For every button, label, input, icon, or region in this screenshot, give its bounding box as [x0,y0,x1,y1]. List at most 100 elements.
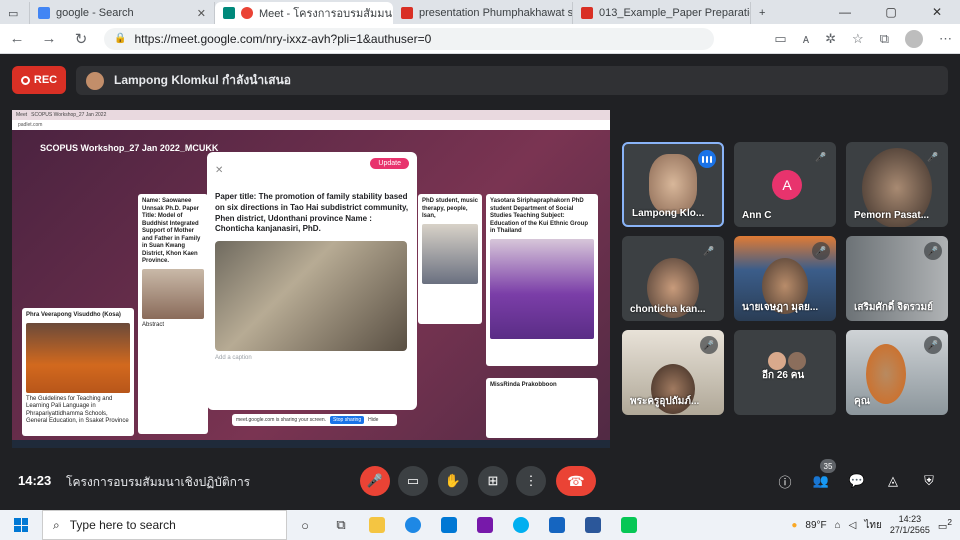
participant-tile[interactable]: 🎤 chonticha kan... [622,236,724,321]
address-toolbar: ← → ↻ 🔒 https://meet.google.com/nry-ixxz… [0,24,960,54]
participant-video [866,344,906,404]
mic-off-icon: 🎤 [924,148,942,166]
maximize-icon[interactable]: ▢ [868,5,914,19]
update-button[interactable]: Update [370,158,409,169]
close-modal-icon[interactable]: ✕ [215,165,223,176]
weather-icon: ● [791,519,798,531]
padlet-card[interactable]: MissRinda Prakobboon [486,378,598,438]
participant-tile[interactable]: Lampong Klo... [622,142,724,227]
edge-icon[interactable] [395,510,431,540]
participant-tile[interactable]: 🎤 นายเจษฎา มุลย... [734,236,836,321]
participant-tile[interactable]: 🎤 พระครูอุปถัมภ์... [622,330,724,415]
favorites-icon[interactable]: ☆ [852,31,864,47]
padlet-card[interactable]: Phra Veerapong Visuddho (Kosa) The Guide… [22,308,134,436]
raise-hand-button[interactable]: ✋ [438,466,468,496]
camera-icon[interactable]: ▭ [774,31,786,47]
participant-tile[interactable]: 🎤 Pemorn Pasat... [846,142,948,227]
translate-icon[interactable]: ᴀ [803,31,809,46]
back-arrow-icon[interactable]: ← [8,30,26,47]
rec-indicator[interactable]: REC [12,66,66,94]
plus-icon: + [759,7,766,19]
camera-icon: ▭ [406,473,420,488]
word-icon[interactable] [575,510,611,540]
padlet-card[interactable]: Yasotara Siriphapraphakorn PhD student D… [486,194,598,366]
participant-tile[interactable]: 🎤 เสริมศักดิ์ จิตรวมย์ [846,236,948,321]
present-button[interactable]: ⊞ [478,466,508,496]
menu-dots-icon[interactable]: ⋯ [939,31,952,47]
toolbar-actions: ▭ ᴀ ✲ ☆ ⧉ ⋯ [774,29,952,48]
participant-tile[interactable]: อีก 26 คน [734,330,836,415]
new-tab-button[interactable]: + [751,2,777,24]
participant-count-badge: 35 [820,459,836,473]
monk-photo [26,322,130,393]
camera-toggle-button[interactable]: ▭ [398,466,428,496]
present-icon: ⊞ [487,473,499,488]
mic-off-icon: 🎤 [924,336,942,354]
phone-hangup-icon: ☎ [567,472,585,489]
people-button[interactable]: 👥 [812,472,830,490]
hide-button[interactable]: Hide [368,417,378,423]
screen-share-bar: meet.google.com is sharing your screen. … [232,414,397,426]
more-options-button[interactable]: ⋮ [516,466,546,496]
onenote-icon[interactable] [467,510,503,540]
collections-icon[interactable]: ⧉ [880,31,889,47]
window-controls: — ▢ ✕ [822,0,960,24]
taskbar-search[interactable]: ⌕ Type here to search [42,510,287,540]
meeting-time: 14:23 [18,473,52,488]
tab-example-paper[interactable]: 013_Example_Paper Preparation ✕ [573,2,751,24]
forward-arrow-icon[interactable]: → [40,30,58,47]
post-text[interactable]: Paper title: The promotion of family sta… [215,192,409,235]
shared-address: padlet.com [12,120,610,130]
windows-logo-icon [14,518,28,532]
host-controls-button[interactable]: ⛨ [920,472,938,490]
system-tray: ● 89°F ⌂ ◁ ไทย 14:23 27/1/2565 ▭2 [791,514,952,536]
presenter-bar: Lampong Klomkul กำลังนำเสนอ [76,66,948,95]
participant-tile[interactable]: A 🎤 Ann C [734,142,836,227]
tab-google-search[interactable]: google - Search ✕ [30,2,215,24]
presenter-avatar [86,71,104,90]
taskbar-clock[interactable]: 14:23 27/1/2565 [890,514,930,536]
mail-icon[interactable] [431,510,467,540]
participant-video [649,154,697,214]
url-bar[interactable]: 🔒 https://meet.google.com/nry-ixxz-avh?p… [104,27,714,50]
speaker-photo [142,268,204,319]
mic-toggle-button[interactable]: 🎤 [360,466,390,496]
file-explorer-icon[interactable] [359,510,395,540]
stop-sharing-button[interactable]: Stop sharing [330,416,365,424]
task-view-icon[interactable]: ⧉ [323,510,359,540]
close-tab-icon[interactable]: ✕ [197,7,206,20]
shared-browser-tabs: Meet SCOPUS Workshop_27 Jan 2022 [12,110,610,120]
mic-off-icon: 🎤 [812,148,830,166]
close-window-icon[interactable]: ✕ [914,5,960,19]
reload-icon[interactable]: ↻ [72,30,90,48]
notification-icon[interactable]: ▭2 [938,517,952,532]
tab-presentation[interactable]: presentation Phumphakhawat s ✕ [393,2,573,24]
post-editor-modal: ✕ Update Paper title: The promotion of f… [207,152,417,410]
recording-icon [241,7,253,19]
tab-list-icon: ▭ [8,7,19,20]
start-button[interactable] [0,518,42,532]
photos-icon[interactable] [539,510,575,540]
padlet-card[interactable]: PhD student, music therapy, people, Isan… [418,194,482,324]
leave-call-button[interactable]: ☎ [556,466,596,496]
skype-icon[interactable] [503,510,539,540]
rec-dot-icon [20,75,30,85]
participant-tile[interactable]: 🎤 คุณ [846,330,948,415]
network-icon[interactable]: ⌂ [835,520,841,531]
people-icon: 👥 [812,473,830,488]
padlet-card[interactable]: Name: Saowanee Unnsak Ph.D. Paper Title:… [138,194,208,434]
line-icon[interactable] [611,510,647,540]
volume-icon[interactable]: ◁ [849,520,857,531]
cortana-icon[interactable]: ○ [287,510,323,540]
tab-search-icon[interactable]: ▭ [0,2,30,24]
info-button[interactable]: ⓘ [776,472,794,490]
minimize-icon[interactable]: — [822,5,868,19]
post-photo [215,241,407,352]
mic-off-icon: 🎤 [924,242,942,260]
extension-icon[interactable]: ✲ [825,31,836,47]
chat-button[interactable]: 💬 [848,472,866,490]
caption-input[interactable]: Add a caption [215,355,409,361]
profile-avatar[interactable] [905,29,923,48]
activities-button[interactable]: ◬ [884,472,902,490]
tab-meet[interactable]: Meet - โครงการอบรมสัมมนาเชิ ✕ [215,2,393,24]
